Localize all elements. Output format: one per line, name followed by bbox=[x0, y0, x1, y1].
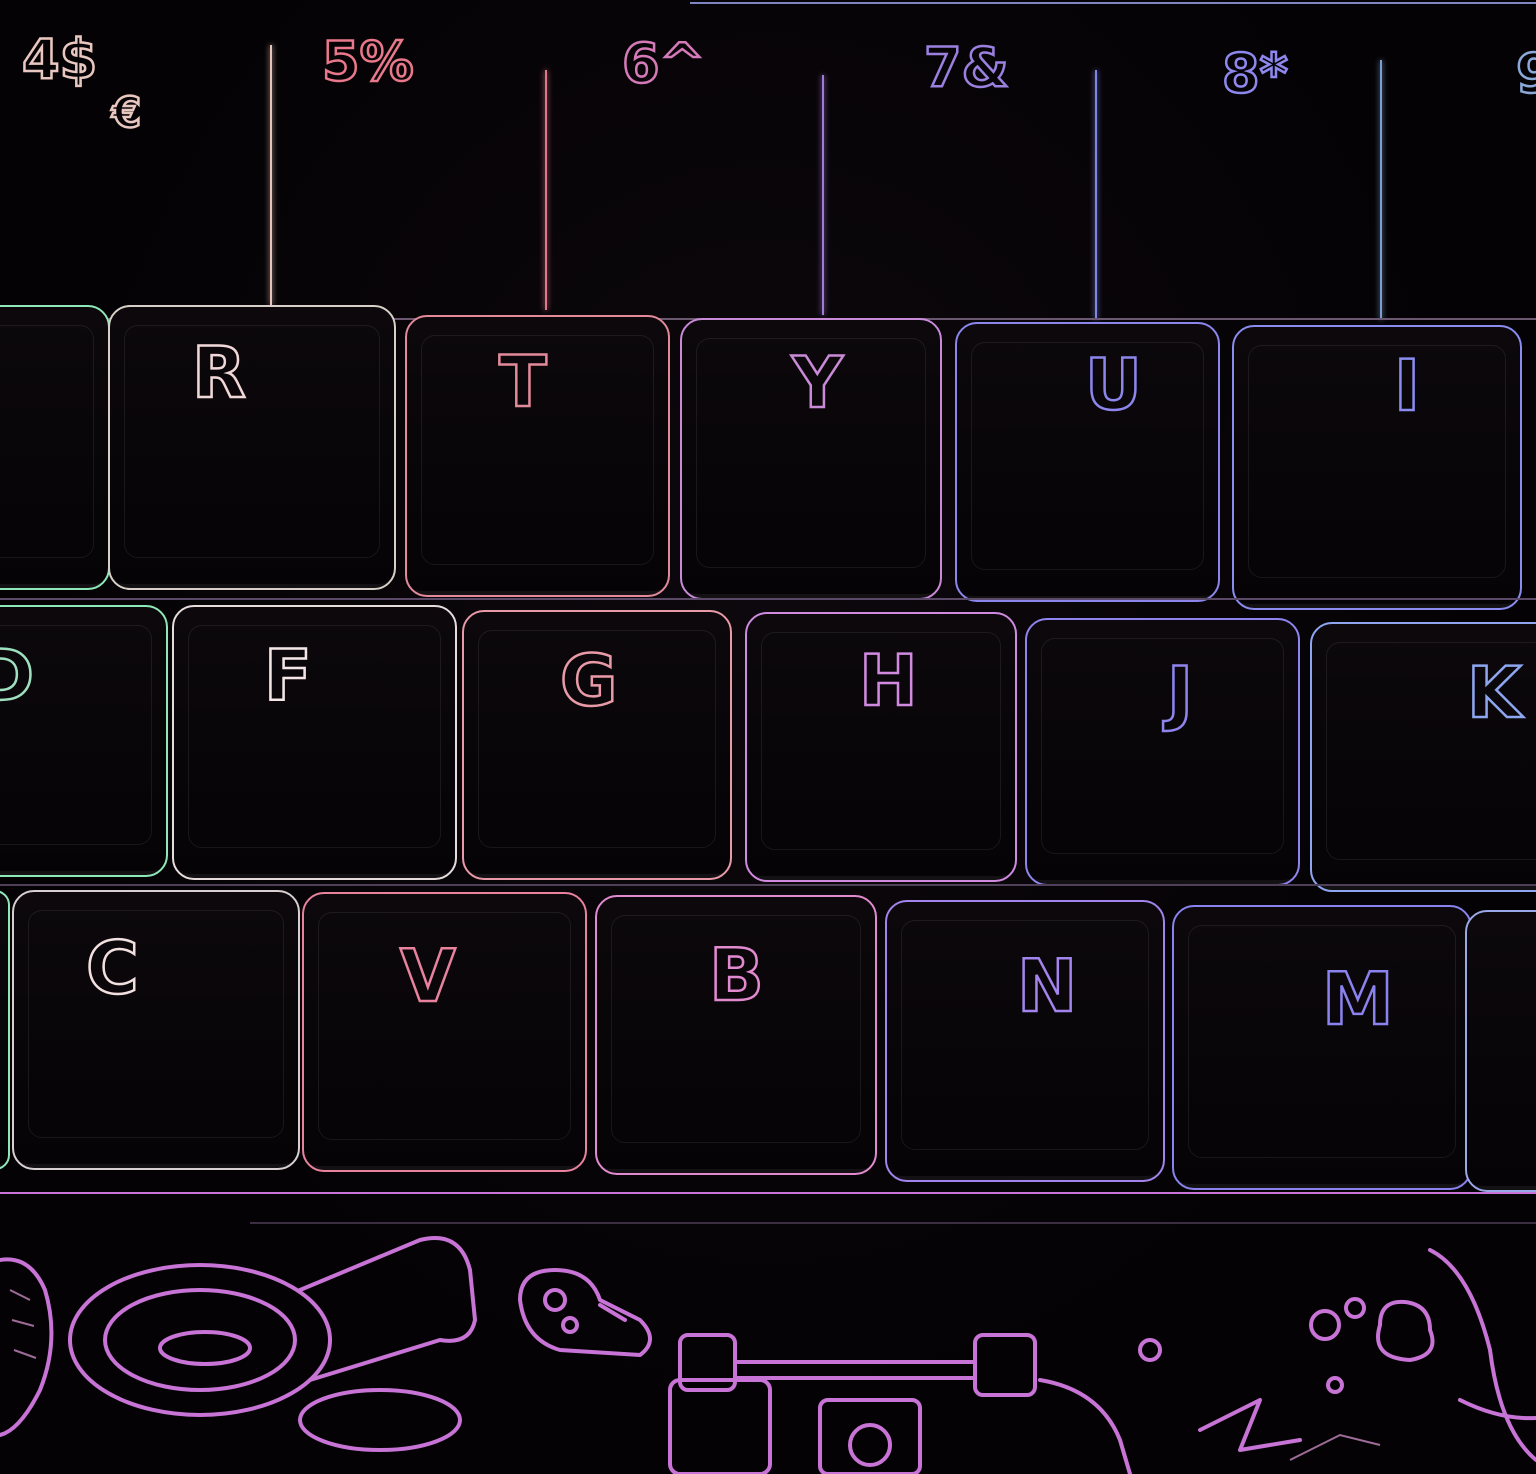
case-edge bbox=[0, 1192, 1536, 1194]
key-legend-c: C bbox=[85, 925, 141, 1012]
key-stem bbox=[270, 45, 272, 305]
case-decoration bbox=[0, 1236, 1536, 1474]
key-d[interactable]: D bbox=[0, 605, 168, 877]
key-legend-6: 6^ bbox=[621, 31, 706, 97]
key-legend-9: 9 bbox=[1515, 41, 1536, 107]
key-legend-g: G bbox=[559, 639, 620, 724]
key-e[interactable] bbox=[0, 305, 110, 590]
key-stem bbox=[822, 75, 824, 315]
key-y[interactable]: Y bbox=[680, 318, 942, 600]
case-edge bbox=[250, 1222, 1536, 1224]
key-v[interactable]: V bbox=[302, 892, 587, 1172]
key-legend-7: 7& bbox=[923, 35, 1010, 101]
key-legend-y: Y bbox=[791, 341, 845, 426]
key-stem bbox=[1380, 60, 1382, 320]
key-b[interactable]: B bbox=[595, 895, 877, 1175]
key-legend-i: I bbox=[1393, 344, 1423, 429]
key-h[interactable]: H bbox=[745, 612, 1017, 882]
key-u[interactable]: U bbox=[955, 322, 1220, 602]
key-legend-4-euro: € bbox=[111, 87, 143, 139]
key-g[interactable]: G bbox=[462, 610, 732, 880]
key-legend-h: H bbox=[858, 639, 920, 724]
key-legend-v: V bbox=[399, 933, 458, 1020]
key-n[interactable]: N bbox=[885, 900, 1165, 1182]
keyboard-photo: 4$ € 5% 6^ 7& 8* 9 R T Y U I D F G H J K bbox=[0, 0, 1536, 1474]
key-legend-d: D bbox=[0, 634, 37, 719]
row-divider bbox=[0, 598, 1536, 600]
key-legend-k: K bbox=[1466, 651, 1524, 736]
key-c[interactable]: C bbox=[12, 890, 300, 1170]
key-comma[interactable] bbox=[1465, 910, 1536, 1192]
key-legend-j: J bbox=[1166, 651, 1196, 736]
key-legend-u: U bbox=[1084, 343, 1144, 428]
row-divider bbox=[0, 884, 1536, 886]
key-k[interactable]: K bbox=[1310, 622, 1536, 892]
key-legend-m: M bbox=[1321, 956, 1396, 1043]
key-legend-4: 4$ bbox=[21, 27, 99, 93]
key-legend-8: 8* bbox=[1221, 41, 1289, 107]
key-t[interactable]: T bbox=[405, 315, 670, 597]
key-legend-5: 5% bbox=[321, 29, 415, 95]
key-r[interactable]: R bbox=[108, 305, 396, 590]
key-stem bbox=[1095, 70, 1097, 320]
key-legend-f: F bbox=[263, 634, 314, 719]
key-legend-t: T bbox=[498, 340, 549, 425]
key-j[interactable]: J bbox=[1025, 618, 1300, 886]
key-m[interactable]: M bbox=[1172, 905, 1472, 1190]
key-legend-n: N bbox=[1016, 943, 1080, 1030]
key-legend-r: R bbox=[191, 331, 248, 416]
key-x[interactable] bbox=[0, 890, 10, 1170]
key-stem bbox=[545, 70, 547, 310]
top-frame-edge bbox=[690, 2, 1536, 4]
key-legend-b: B bbox=[708, 932, 766, 1019]
key-i[interactable]: I bbox=[1232, 325, 1522, 610]
key-f[interactable]: F bbox=[172, 605, 457, 880]
